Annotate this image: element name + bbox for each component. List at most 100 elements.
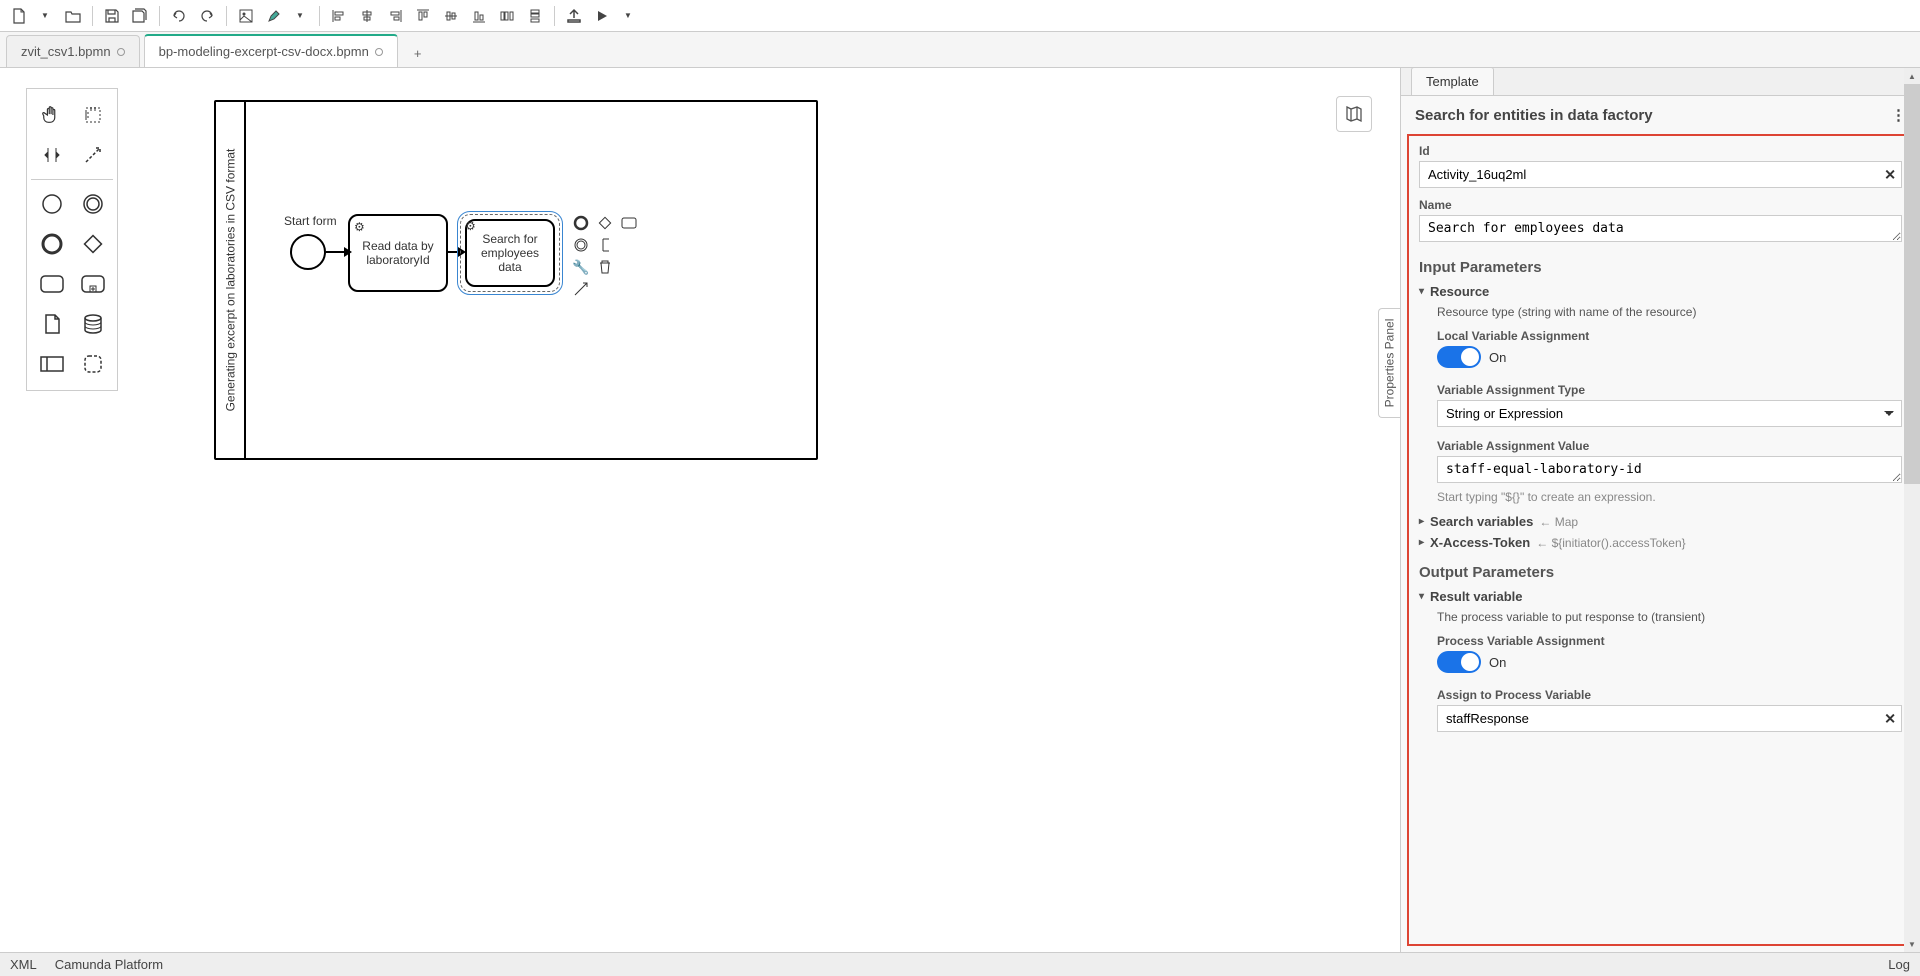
data-object-tool[interactable] bbox=[36, 308, 68, 340]
change-type-icon[interactable]: 🔧 bbox=[572, 258, 590, 276]
dirty-indicator-icon bbox=[375, 48, 383, 56]
connect-icon[interactable] bbox=[572, 280, 590, 298]
append-intermediate-event[interactable] bbox=[572, 236, 590, 254]
run-button[interactable] bbox=[589, 3, 615, 29]
properties-panel-toggle-label: Properties Panel bbox=[1383, 319, 1397, 408]
scroll-down-icon[interactable]: ▼ bbox=[1904, 936, 1920, 952]
local-var-label: Local Variable Assignment bbox=[1437, 329, 1902, 343]
var-type-label: Variable Assignment Type bbox=[1437, 383, 1902, 397]
tab-add-button[interactable]: + bbox=[402, 40, 434, 67]
save-all-button[interactable] bbox=[127, 3, 153, 29]
hand-tool[interactable] bbox=[36, 99, 68, 131]
align-bottom-button[interactable] bbox=[466, 3, 492, 29]
result-var-toggle[interactable]: ▾ Result variable bbox=[1419, 589, 1902, 604]
deploy-button[interactable] bbox=[561, 3, 587, 29]
align-right-button[interactable] bbox=[382, 3, 408, 29]
platform-button[interactable]: Camunda Platform bbox=[55, 957, 163, 972]
space-tool[interactable] bbox=[36, 139, 68, 171]
result-var-desc: The process variable to put response to … bbox=[1437, 610, 1902, 624]
resource-section-toggle[interactable]: ▾ Resource bbox=[1419, 284, 1902, 299]
result-var-label: Result variable bbox=[1430, 589, 1523, 604]
append-task[interactable] bbox=[620, 214, 638, 232]
highlight-dropdown[interactable]: ▼ bbox=[287, 3, 313, 29]
clear-icon[interactable]: ✕ bbox=[1884, 710, 1896, 727]
dirty-indicator-icon bbox=[117, 48, 125, 56]
name-input[interactable] bbox=[1419, 215, 1902, 242]
local-var-toggle[interactable] bbox=[1437, 346, 1481, 368]
properties-title: Search for entities in data factory bbox=[1415, 107, 1653, 124]
scrollbar[interactable]: ▲ ▼ bbox=[1904, 68, 1920, 952]
end-event-tool[interactable] bbox=[36, 228, 68, 260]
var-type-select[interactable]: String or Expression bbox=[1437, 400, 1902, 427]
task-label: Search for employees data bbox=[471, 232, 549, 274]
context-pad: 🔧 bbox=[572, 214, 640, 298]
name-label: Name bbox=[1419, 198, 1902, 212]
output-params-title: Output Parameters bbox=[1419, 564, 1902, 581]
lasso-tool[interactable] bbox=[77, 99, 109, 131]
var-value-input[interactable] bbox=[1437, 456, 1902, 483]
minimap-toggle[interactable] bbox=[1336, 96, 1372, 132]
align-left-button[interactable] bbox=[326, 3, 352, 29]
task-tool[interactable] bbox=[36, 268, 68, 300]
delete-icon[interactable] bbox=[596, 258, 614, 276]
input-params-title: Input Parameters bbox=[1419, 259, 1902, 276]
xml-view-button[interactable]: XML bbox=[10, 957, 37, 972]
align-center-h-button[interactable] bbox=[354, 3, 380, 29]
properties-tabs: Template bbox=[1401, 68, 1920, 96]
start-event-tool[interactable] bbox=[36, 188, 68, 220]
scroll-up-icon[interactable]: ▲ bbox=[1904, 68, 1920, 84]
append-gateway[interactable] bbox=[596, 214, 614, 232]
xaccess-meta: ${initiator().accessToken} bbox=[1552, 536, 1686, 550]
run-dropdown[interactable]: ▼ bbox=[615, 3, 641, 29]
append-end-event[interactable] bbox=[572, 214, 590, 232]
chevron-right-icon: ▸ bbox=[1419, 516, 1424, 527]
proc-var-toggle[interactable] bbox=[1437, 651, 1481, 673]
subprocess-tool[interactable] bbox=[77, 268, 109, 300]
tab-file-2[interactable]: bp-modeling-excerpt-csv-docx.bpmn bbox=[144, 34, 398, 67]
redo-button[interactable] bbox=[194, 3, 220, 29]
clear-icon[interactable]: ✕ bbox=[1884, 166, 1896, 183]
group-tool[interactable] bbox=[77, 348, 109, 380]
task-read-data[interactable]: ⚙ Read data by laboratoryId bbox=[348, 214, 448, 292]
separator bbox=[226, 6, 227, 26]
pool-tool[interactable] bbox=[36, 348, 68, 380]
align-top-button[interactable] bbox=[410, 3, 436, 29]
new-file-dropdown[interactable]: ▼ bbox=[32, 3, 58, 29]
sequence-flow[interactable] bbox=[326, 251, 346, 253]
intermediate-event-tool[interactable] bbox=[77, 188, 109, 220]
distribute-v-button[interactable] bbox=[522, 3, 548, 29]
open-file-button[interactable] bbox=[60, 3, 86, 29]
sequence-flow[interactable] bbox=[448, 251, 460, 253]
xaccess-toggle[interactable]: ▸ X-Access-Token ← ${initiator().accessT… bbox=[1419, 535, 1902, 550]
image-button[interactable] bbox=[233, 3, 259, 29]
connect-tool[interactable] bbox=[77, 139, 109, 171]
start-event[interactable] bbox=[290, 234, 326, 270]
properties-panel-toggle[interactable]: Properties Panel bbox=[1378, 308, 1400, 418]
separator bbox=[159, 6, 160, 26]
task-search-employees[interactable]: ⚙ Search for employees data bbox=[460, 214, 560, 292]
highlight-button[interactable] bbox=[261, 3, 287, 29]
canvas[interactable]: Generating excerpt on laboratories in CS… bbox=[0, 68, 1400, 952]
service-task-icon: ⚙ bbox=[465, 219, 476, 233]
assign-proc-input[interactable] bbox=[1437, 705, 1902, 732]
align-center-v-button[interactable] bbox=[438, 3, 464, 29]
chevron-down-icon: ▾ bbox=[1419, 286, 1424, 297]
undo-button[interactable] bbox=[166, 3, 192, 29]
search-vars-toggle[interactable]: ▸ Search variables ← Map bbox=[1419, 514, 1902, 529]
tab-label: zvit_csv1.bpmn bbox=[21, 44, 111, 59]
tab-template[interactable]: Template bbox=[1411, 67, 1494, 95]
task-label: Read data by laboratoryId bbox=[354, 239, 442, 267]
element-palette bbox=[26, 88, 118, 391]
new-file-button[interactable] bbox=[6, 3, 32, 29]
log-button[interactable]: Log bbox=[1888, 957, 1910, 972]
search-vars-label: Search variables bbox=[1430, 514, 1533, 529]
gateway-tool[interactable] bbox=[77, 228, 109, 260]
toggle-on-label: On bbox=[1489, 350, 1506, 365]
id-input[interactable] bbox=[1419, 161, 1902, 188]
distribute-h-button[interactable] bbox=[494, 3, 520, 29]
annotation-icon[interactable] bbox=[596, 236, 614, 254]
scrollbar-thumb[interactable] bbox=[1904, 84, 1920, 484]
data-store-tool[interactable] bbox=[77, 308, 109, 340]
tab-file-1[interactable]: zvit_csv1.bpmn bbox=[6, 35, 140, 67]
save-button[interactable] bbox=[99, 3, 125, 29]
